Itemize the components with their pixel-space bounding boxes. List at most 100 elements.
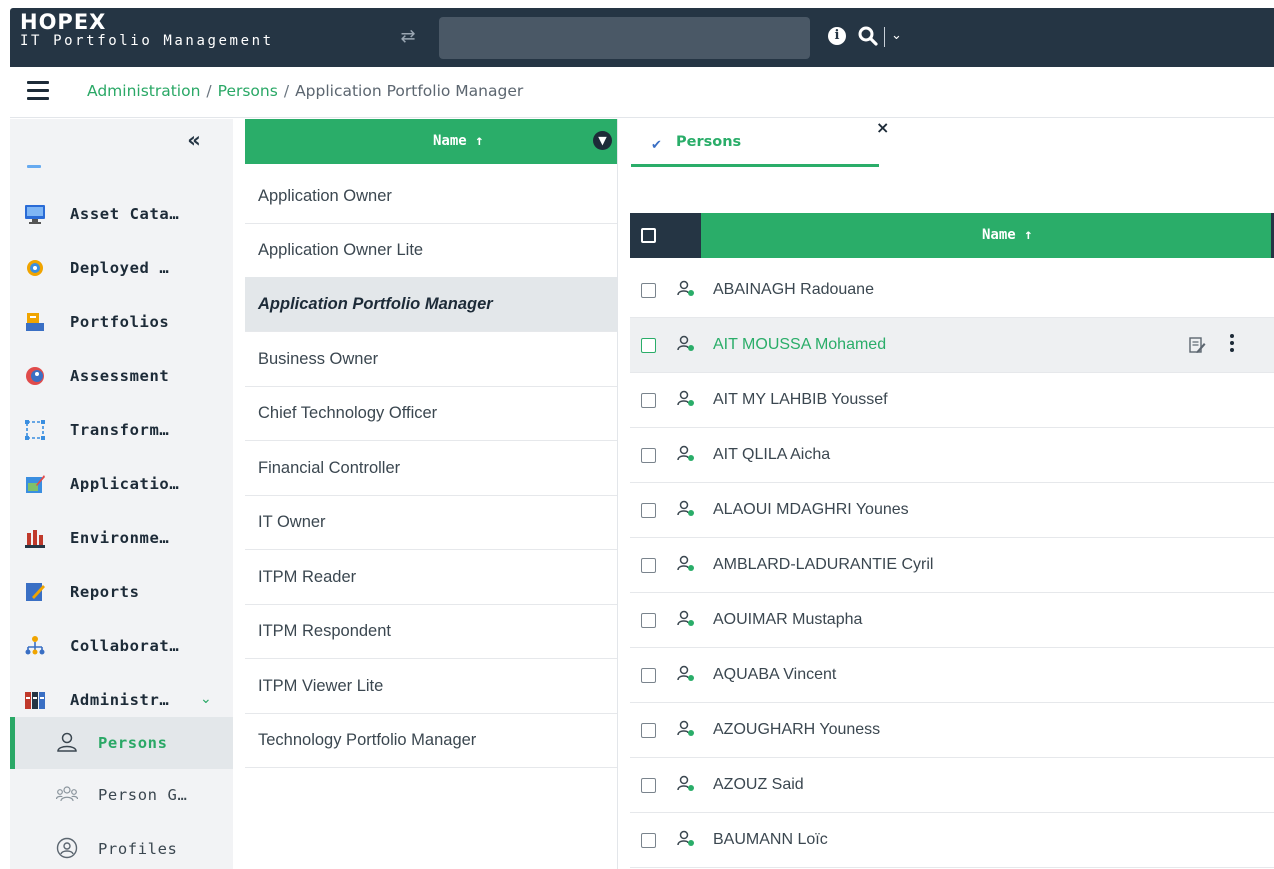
- sidebar-item-label: Transform…: [70, 421, 170, 439]
- tab-persons[interactable]: ✔ Persons ×: [631, 119, 889, 167]
- check-icon: ✔: [651, 138, 662, 153]
- row-checkbox[interactable]: [641, 833, 656, 848]
- list-item-label: Chief Technology Officer: [258, 404, 438, 422]
- sidebar-item-assessment[interactable]: Assessment: [10, 348, 233, 402]
- breadcrumb-administration[interactable]: Administration: [87, 82, 200, 100]
- sidebar-subitem-label: Person G…: [98, 786, 188, 804]
- collapse-sidebar-icon[interactable]: «: [182, 129, 206, 153]
- more-options-icon[interactable]: [1228, 332, 1236, 356]
- sidebar-item-deployed[interactable]: Deployed …: [10, 240, 233, 294]
- table-row[interactable]: AOUIMAR Mustapha: [630, 593, 1274, 648]
- list-item-label: Application Owner: [258, 187, 392, 205]
- sidebar-subitem-profiles[interactable]: Profiles: [10, 823, 233, 869]
- row-checkbox[interactable]: [641, 558, 656, 573]
- sidebar-item-label: Applicatio…: [70, 475, 180, 493]
- chevron-down-icon[interactable]: ⌄: [200, 688, 212, 710]
- row-checkbox[interactable]: [641, 668, 656, 683]
- close-icon[interactable]: ×: [876, 119, 889, 137]
- brand-subtitle: IT Portfolio Management: [20, 33, 274, 49]
- person-icon: [677, 500, 694, 516]
- sidebar-item-environment[interactable]: Environme…: [10, 510, 233, 564]
- list-item-label: Financial Controller: [258, 459, 401, 477]
- row-checkbox[interactable]: [641, 448, 656, 463]
- sidebar-scroll-indicator: [27, 165, 41, 168]
- table-row[interactable]: AIT QLILA Aicha: [630, 428, 1274, 483]
- brand[interactable]: HOPEX IT Portfolio Management: [20, 10, 274, 50]
- list-item-label: ITPM Reader: [258, 568, 357, 586]
- list-item-selected[interactable]: Application Portfolio Manager: [245, 277, 617, 332]
- breadcrumb-bar: Administration / Persons / Application Portf…: [10, 67, 1274, 118]
- row-checkbox[interactable]: [641, 393, 656, 408]
- sort-ascending-icon: ↑: [475, 133, 484, 149]
- person-icon: [677, 610, 694, 626]
- column-header-name[interactable]: Name ↑: [433, 131, 484, 151]
- person-name: AMBLARD-LADURANTIE Cyril: [713, 556, 934, 573]
- sidebar-item-asset-catalog[interactable]: Asset Cata…: [10, 186, 233, 240]
- checkbox-icon: [641, 228, 656, 243]
- list-item[interactable]: Application Owner Lite: [245, 223, 617, 278]
- reports-icon: [26, 583, 45, 601]
- breadcrumb-persons[interactable]: Persons: [218, 82, 278, 100]
- list-item-label: ITPM Viewer Lite: [258, 677, 384, 695]
- info-icon[interactable]: i: [828, 27, 846, 45]
- list-item[interactable]: Application Owner: [245, 169, 617, 224]
- row-checkbox[interactable]: [641, 338, 656, 353]
- list-item[interactable]: ITPM Reader: [245, 550, 617, 605]
- swap-icon[interactable]: ⇄: [396, 24, 420, 50]
- chevron-down-icon[interactable]: ⌄: [891, 25, 902, 47]
- list-item[interactable]: Chief Technology Officer: [245, 386, 617, 441]
- search-icon[interactable]: [856, 23, 880, 49]
- row-checkbox[interactable]: [641, 613, 656, 628]
- sidebar-item-label: Portfolios: [70, 313, 170, 331]
- table-row[interactable]: ALAOUI MDAGHRI Younes: [630, 483, 1274, 538]
- administration-icon: [25, 692, 45, 709]
- persons-grid-header: Name ↑: [630, 213, 1274, 258]
- list-item[interactable]: IT Owner: [245, 495, 617, 550]
- sidebar-item-label: Collaborat…: [70, 637, 180, 655]
- list-item[interactable]: Financial Controller: [245, 441, 617, 496]
- list-item[interactable]: Business Owner: [245, 332, 617, 387]
- table-row[interactable]: BAUMANN Loïc: [630, 813, 1274, 868]
- table-row[interactable]: ABAINAGH Radouane: [630, 263, 1274, 318]
- profile-list-header[interactable]: Name ↑ ▼: [245, 119, 617, 164]
- table-row[interactable]: AMBLARD-LADURANTIE Cyril: [630, 538, 1274, 593]
- search-input[interactable]: [439, 17, 810, 59]
- sidebar-item-label: Assessment: [70, 367, 170, 385]
- table-row[interactable]: AIT MOUSSA Mohamed: [630, 318, 1274, 373]
- sidebar-subitem-person-groups[interactable]: Person G…: [10, 769, 233, 821]
- column-header-label: Name: [982, 227, 1016, 243]
- row-checkbox[interactable]: [641, 723, 656, 738]
- filter-icon[interactable]: ▼: [593, 131, 612, 150]
- person-name: AZOUZ Said: [713, 776, 804, 793]
- list-item[interactable]: ITPM Viewer Lite: [245, 659, 617, 714]
- table-row[interactable]: AZOUGHARH Youness: [630, 703, 1274, 758]
- table-row[interactable]: AZOUZ Said: [630, 758, 1274, 813]
- sidebar-item-transformation[interactable]: Transform…: [10, 402, 233, 456]
- row-checkbox[interactable]: [641, 503, 656, 518]
- list-item-label: ITPM Respondent: [258, 622, 391, 640]
- person-icon: [57, 732, 77, 752]
- list-item[interactable]: Technology Portfolio Manager: [245, 713, 617, 768]
- list-item[interactable]: ITPM Respondent: [245, 604, 617, 659]
- sidebar-subitem-persons[interactable]: Persons: [10, 717, 233, 769]
- select-all-checkbox[interactable]: [630, 213, 668, 258]
- person-icon: [677, 445, 694, 461]
- menu-icon[interactable]: [27, 81, 49, 100]
- person-name: AIT MOUSSA Mohamed: [713, 336, 887, 353]
- edit-icon[interactable]: [1188, 336, 1206, 354]
- person-name: AIT MY LAHBIB Youssef: [713, 391, 888, 408]
- column-header-name[interactable]: Name ↑: [701, 213, 1271, 258]
- table-row[interactable]: AQUABA Vincent: [630, 648, 1274, 703]
- row-checkbox[interactable]: [641, 283, 656, 298]
- sidebar-item-collaboration[interactable]: Collaborat…: [10, 618, 233, 672]
- sidebar-item-reports[interactable]: Reports: [10, 564, 233, 618]
- row-checkbox[interactable]: [641, 778, 656, 793]
- person-icon: [677, 720, 694, 736]
- person-icon: [677, 335, 694, 351]
- person-icon: [677, 390, 694, 406]
- sidebar-item-applications[interactable]: Applicatio…: [10, 456, 233, 510]
- table-row[interactable]: AIT MY LAHBIB Youssef: [630, 373, 1274, 428]
- sidebar-item-portfolios[interactable]: Portfolios: [10, 294, 233, 348]
- sidebar-item-label: Asset Cata…: [70, 205, 180, 223]
- sidebar-item-label: Reports: [70, 583, 140, 601]
